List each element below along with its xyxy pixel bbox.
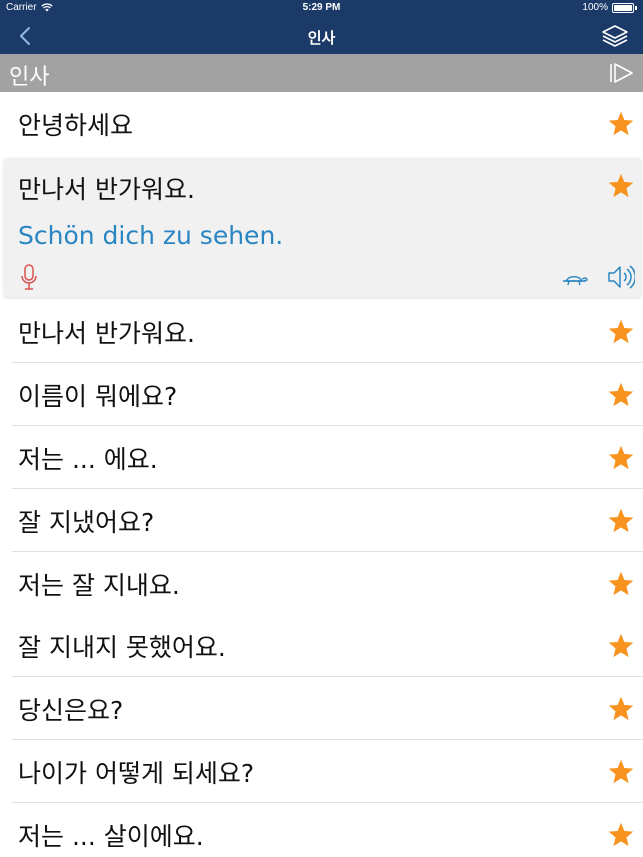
phrase-text: 당신은요?	[18, 696, 124, 725]
play-all-icon[interactable]	[609, 62, 635, 84]
phrase-text: 저는 ... 살이에요.	[18, 822, 204, 851]
star-icon[interactable]	[607, 632, 635, 660]
phrase-text: 안녕하세요	[18, 111, 134, 140]
phrase-row[interactable]: 잘 지내지 못했어요.	[0, 614, 643, 677]
battery-tip	[635, 5, 637, 10]
star-icon[interactable]	[607, 821, 635, 849]
star-icon[interactable]	[607, 444, 635, 472]
phrase-text: 나이가 어떻게 되세요?	[18, 759, 255, 788]
translation-text: Schön dich zu sehen.	[18, 221, 284, 250]
phrase-row[interactable]: 당신은요?	[0, 677, 643, 740]
phrase-row[interactable]: 이름이 뭐에요?	[0, 363, 643, 426]
section-title: 인사	[9, 65, 50, 90]
status-bar: Carrier 5:29 PM 100%	[0, 0, 643, 17]
clock: 5:29 PM	[302, 2, 341, 13]
star-icon[interactable]	[607, 318, 635, 346]
battery-icon	[612, 2, 634, 13]
star-icon[interactable]	[607, 172, 635, 200]
phrase-row[interactable]: 안녕하세요	[0, 92, 643, 155]
phrase-row[interactable]: 잘 지냈어요?	[0, 489, 643, 552]
phrase-row[interactable]: 저는 ... 에요.	[0, 426, 643, 489]
phrase-text: 만나서 반가워요.	[18, 175, 195, 204]
phrase-text: 저는 잘 지내요.	[18, 571, 180, 600]
page-title: 인사	[307, 29, 336, 47]
phrase-text: 잘 지내지 못했어요.	[18, 633, 226, 662]
battery-indicator: 100%	[582, 2, 637, 13]
star-icon[interactable]	[607, 695, 635, 723]
phrase-text: 만나서 반가워요.	[18, 319, 195, 348]
star-icon[interactable]	[607, 381, 635, 409]
phrase-text: 잘 지냈어요?	[18, 508, 155, 537]
speaker-icon[interactable]	[607, 264, 635, 290]
phrase-text: 이름이 뭐에요?	[18, 382, 178, 411]
battery-percent: 100%	[582, 2, 608, 13]
navigation-bar: 인사	[0, 17, 643, 54]
star-icon[interactable]	[607, 570, 635, 598]
microphone-icon[interactable]	[20, 264, 38, 292]
battery-fill	[614, 4, 632, 11]
phrase-row[interactable]: 만나서 반가워요.	[0, 300, 643, 363]
expanded-phrase-card[interactable]: 만나서 반가워요. Schön dich zu sehen.	[4, 158, 641, 297]
star-icon[interactable]	[607, 110, 635, 138]
phrase-text: 저는 ... 에요.	[18, 445, 158, 474]
phrase-row[interactable]: 저는 ... 살이에요.	[0, 803, 643, 857]
section-header: 인사	[0, 54, 643, 92]
phrase-row[interactable]: 저는 잘 지내요.	[0, 552, 643, 615]
phrase-row[interactable]: 나이가 어떻게 되세요?	[0, 740, 643, 803]
star-icon[interactable]	[607, 758, 635, 786]
turtle-slow-icon[interactable]	[561, 268, 589, 288]
star-icon[interactable]	[607, 507, 635, 535]
layers-icon[interactable]	[601, 24, 629, 48]
